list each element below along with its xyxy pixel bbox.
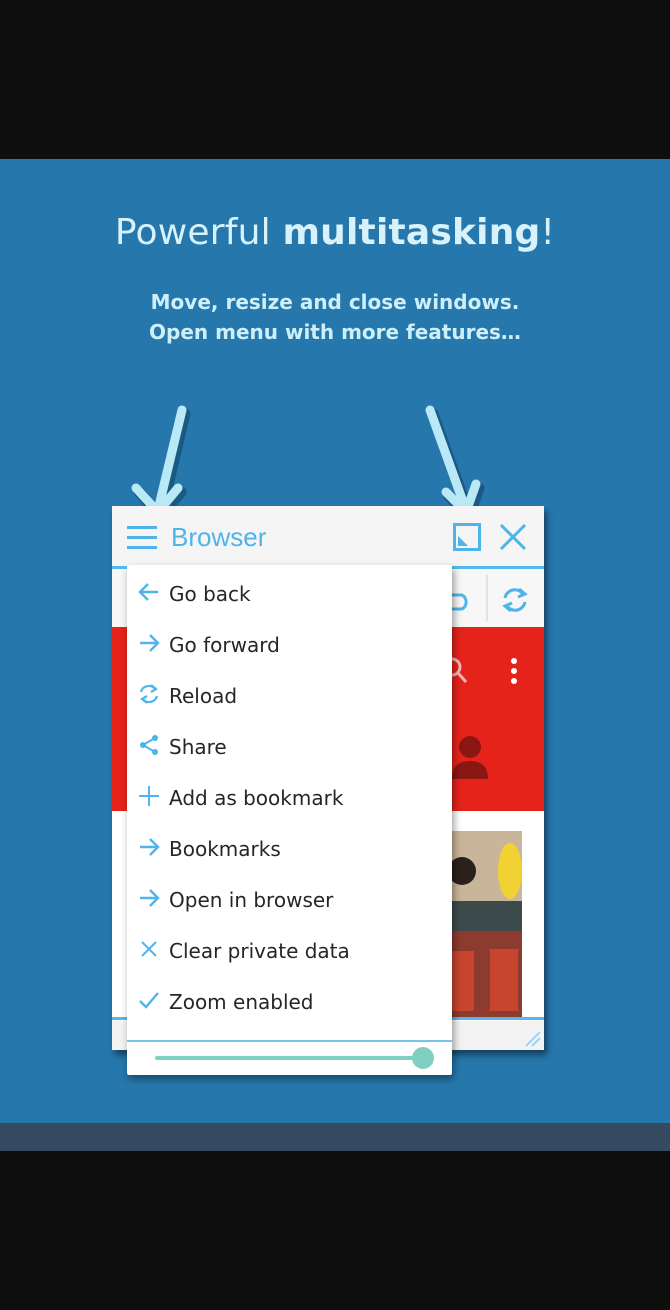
menu-item-label: Reload	[169, 684, 238, 708]
menu-item-label: Open in browser	[169, 888, 334, 912]
menu-item-label: Share	[169, 735, 227, 759]
menu-item-label: Bookmarks	[169, 837, 281, 861]
right-pointer-arrow-icon	[425, 405, 485, 522]
arrow-left-icon	[138, 583, 158, 601]
menu-item-go-forward[interactable]: Go forward	[127, 618, 452, 669]
menu-icon[interactable]	[127, 522, 157, 552]
arrow-right-icon	[140, 838, 160, 856]
close-icon[interactable]	[499, 523, 527, 551]
check-icon	[139, 992, 159, 1009]
left-pointer-arrow-icon	[131, 405, 191, 522]
menu-item-clear-private-data[interactable]: Clear private data	[127, 924, 452, 975]
menu-item-label: Go forward	[169, 633, 280, 657]
menu-item-share[interactable]: Share	[127, 720, 452, 771]
menu-item-label: Clear private data	[169, 939, 350, 963]
arrow-right-icon	[140, 634, 160, 652]
window-titlebar[interactable]: Browser	[112, 506, 544, 566]
x-icon	[141, 941, 157, 957]
toolbar-divider	[486, 575, 488, 621]
plus-icon	[139, 786, 159, 806]
window-context-menu: Go back Go forward Reload Share Add as b…	[127, 565, 452, 1075]
arrow-right-icon	[140, 889, 160, 907]
menu-item-bookmarks[interactable]: Bookmarks	[127, 822, 452, 873]
cartoon-thumbnail	[442, 831, 522, 1017]
menu-item-label: Add as bookmark	[169, 786, 344, 810]
menu-item-add-bookmark[interactable]: Add as bookmark	[127, 771, 452, 822]
reload-icon	[139, 684, 159, 704]
menu-item-go-back[interactable]: Go back	[127, 567, 452, 618]
zoom-slider-track[interactable]	[155, 1056, 425, 1060]
resize-handle-icon[interactable]	[522, 1028, 542, 1048]
resize-icon[interactable]	[453, 523, 481, 551]
menu-item-zoom-enabled[interactable]: Zoom enabled	[127, 975, 452, 1026]
menu-divider	[127, 1040, 452, 1042]
window-title: Browser	[171, 522, 267, 552]
menu-item-open-in-browser[interactable]: Open in browser	[127, 873, 452, 924]
menu-item-label: Go back	[169, 582, 251, 606]
user-icon[interactable]	[450, 735, 490, 781]
refresh-icon[interactable]	[501, 586, 529, 614]
zoom-slider-knob[interactable]	[412, 1047, 434, 1069]
share-icon	[140, 735, 158, 755]
menu-item-label: Zoom enabled	[169, 990, 314, 1014]
menu-item-reload[interactable]: Reload	[127, 669, 452, 720]
overflow-icon[interactable]	[508, 657, 520, 687]
